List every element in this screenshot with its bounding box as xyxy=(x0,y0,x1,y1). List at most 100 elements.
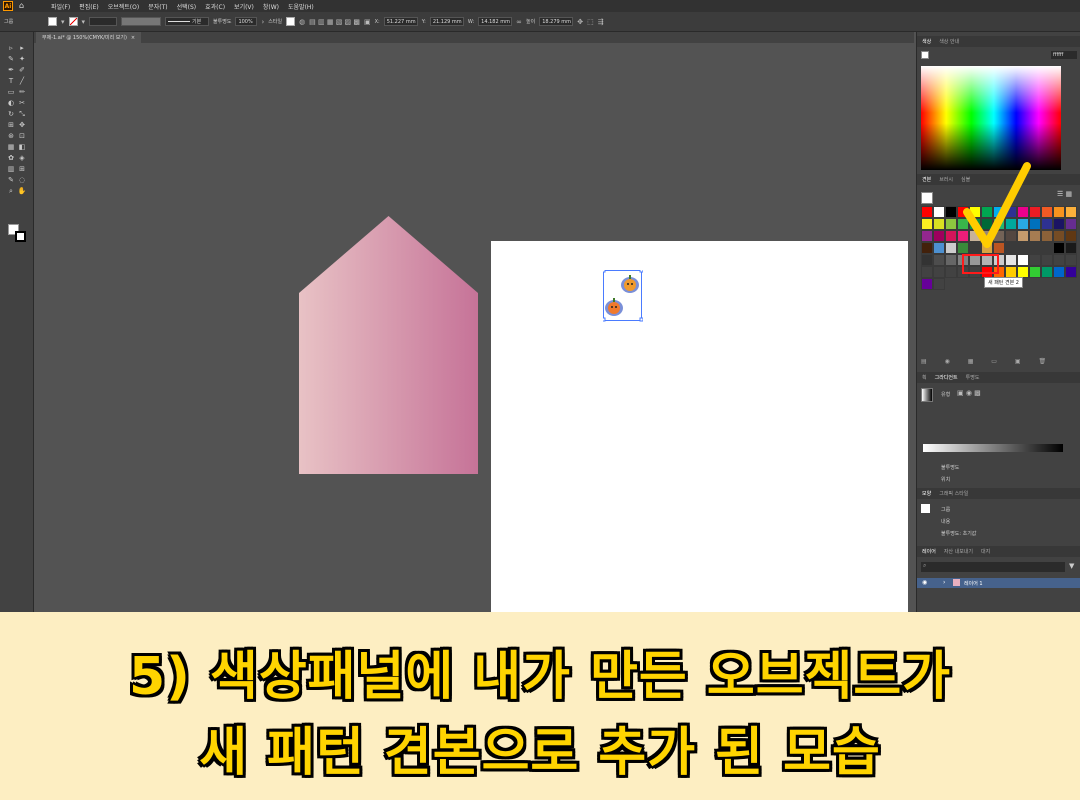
tool-icon[interactable]: ⊞ xyxy=(6,121,16,130)
color-swatch[interactable] xyxy=(1053,242,1065,254)
color-swatch[interactable] xyxy=(933,266,945,278)
color-swatch[interactable] xyxy=(1053,206,1065,218)
tool-icon[interactable]: ◧ xyxy=(17,143,27,152)
gradient-thumbnail[interactable] xyxy=(921,388,933,402)
list-view-icon[interactable]: ☰ ▦ xyxy=(1057,190,1072,198)
fill-stroke-icon[interactable] xyxy=(8,224,26,242)
variable-width-field[interactable] xyxy=(121,17,162,26)
color-swatch[interactable] xyxy=(1029,266,1041,278)
tab-color-guide[interactable]: 색상 안내 xyxy=(939,38,959,45)
pattern-selection[interactable] xyxy=(603,270,643,322)
house-shape[interactable] xyxy=(299,216,478,474)
menu-window[interactable]: 창(W) xyxy=(263,2,279,11)
menu-edit[interactable]: 편집(E) xyxy=(79,2,99,11)
tool-icon[interactable]: ⊛ xyxy=(6,132,16,141)
color-swatch[interactable] xyxy=(921,266,933,278)
color-swatch[interactable] xyxy=(1065,242,1077,254)
tool-icon[interactable]: ▹ xyxy=(6,44,16,53)
tool-icon[interactable]: ▥ xyxy=(6,165,16,174)
color-swatch[interactable] xyxy=(1065,230,1077,242)
color-swatch[interactable] xyxy=(921,218,933,230)
tool-icon[interactable]: ◌ xyxy=(17,176,27,185)
color-swatch[interactable] xyxy=(933,254,945,266)
opacity-field[interactable]: 100% xyxy=(235,17,258,26)
color-swatch[interactable] xyxy=(1041,242,1053,254)
menu-select[interactable]: 선택(S) xyxy=(177,2,197,11)
hex-field[interactable]: ffffff xyxy=(1051,51,1077,59)
menu-object[interactable]: 오브젝트(O) xyxy=(108,2,140,11)
tool-icon[interactable]: ✿ xyxy=(6,154,16,163)
color-swatch[interactable] xyxy=(945,254,957,266)
color-swatch[interactable] xyxy=(1041,266,1053,278)
color-swatch[interactable] xyxy=(1053,230,1065,242)
fill-swatch[interactable] xyxy=(48,17,57,26)
home-icon[interactable]: ⌂ xyxy=(19,1,29,11)
color-swatch[interactable] xyxy=(945,230,957,242)
tool-icon[interactable]: ◐ xyxy=(6,99,16,108)
appearance-row-opacity[interactable]: 불투명도: 초기값 xyxy=(941,530,976,537)
isolate-icon[interactable]: ⬚ xyxy=(587,18,594,26)
color-swatch[interactable] xyxy=(1053,218,1065,230)
tab-artboards[interactable]: 대지 xyxy=(981,548,990,555)
swatch-fill-stroke[interactable] xyxy=(921,192,933,204)
tool-icon[interactable]: ✒ xyxy=(6,66,16,75)
document-tab[interactable]: 무제-1.ai* @ 150%(CMYK/미리 보기) × xyxy=(36,32,142,43)
menu-help[interactable]: 도움말(H) xyxy=(288,2,314,11)
arrange-icon[interactable]: ⇶ xyxy=(598,18,604,26)
close-icon[interactable]: × xyxy=(131,35,135,41)
stroke-style-select[interactable]: 기본 xyxy=(165,17,210,26)
tool-icon[interactable]: ▭ xyxy=(6,88,16,97)
chevron-right-icon[interactable]: › xyxy=(943,579,945,586)
tool-icon[interactable]: ✐ xyxy=(17,66,27,75)
tool-icon[interactable]: ⤡ xyxy=(17,110,27,119)
fill-color-swatch[interactable] xyxy=(921,51,929,59)
color-swatch[interactable] xyxy=(921,206,933,218)
color-swatch[interactable] xyxy=(1053,266,1065,278)
align-icons[interactable]: ▤ ▥ ▦ ▧ ▨ ▩ xyxy=(309,18,360,26)
tab-layers[interactable]: 레이어 xyxy=(922,548,936,555)
tool-icon[interactable]: ▸ xyxy=(17,44,27,53)
gradient-slider[interactable] xyxy=(923,444,1063,452)
eye-icon[interactable]: ◉ xyxy=(922,579,927,586)
y-field[interactable]: 21.129 mm xyxy=(429,17,464,26)
tool-icon[interactable]: ⊡ xyxy=(17,132,27,141)
color-swatch[interactable] xyxy=(945,242,957,254)
reference-point-icon[interactable]: ▣ xyxy=(364,18,371,26)
chevron-right-icon[interactable]: › xyxy=(261,18,264,26)
color-swatch[interactable] xyxy=(933,230,945,242)
color-swatch[interactable] xyxy=(921,254,933,266)
color-swatch[interactable] xyxy=(1041,218,1053,230)
color-swatch[interactable] xyxy=(1065,218,1077,230)
color-swatch[interactable] xyxy=(921,278,933,290)
stroke-swatch[interactable] xyxy=(68,17,78,26)
h-field[interactable]: 18.279 mm xyxy=(539,17,574,26)
color-swatch[interactable] xyxy=(1029,254,1041,266)
chevron-down-icon[interactable]: ▾ xyxy=(61,18,65,26)
tab-graphic-styles[interactable]: 그래픽 스타일 xyxy=(939,490,968,497)
color-swatch[interactable] xyxy=(1065,266,1077,278)
tool-icon[interactable]: ✂ xyxy=(17,99,27,108)
color-swatch[interactable] xyxy=(1053,254,1065,266)
color-swatch[interactable] xyxy=(1065,206,1077,218)
tab-brushes[interactable]: 브러시 xyxy=(939,176,953,183)
tool-icon[interactable]: ╱ xyxy=(17,77,27,86)
tab-transparency[interactable]: 투명도 xyxy=(966,374,980,381)
stroke-weight-field[interactable] xyxy=(89,17,118,26)
color-swatch[interactable] xyxy=(933,278,945,290)
color-spectrum[interactable] xyxy=(921,66,1061,170)
tool-icon[interactable]: ◈ xyxy=(17,154,27,163)
color-swatch[interactable] xyxy=(945,266,957,278)
chevron-down-icon[interactable]: ▾ xyxy=(82,18,86,26)
tab-color[interactable]: 색상 xyxy=(922,38,931,45)
color-swatch[interactable] xyxy=(933,218,945,230)
menu-type[interactable]: 문자(T) xyxy=(148,2,167,11)
color-swatch[interactable] xyxy=(1017,254,1029,266)
link-icon[interactable]: ∞ xyxy=(516,18,522,26)
color-swatch[interactable] xyxy=(945,218,957,230)
tool-icon[interactable]: ✋ xyxy=(17,187,27,196)
menu-view[interactable]: 보기(V) xyxy=(234,2,254,11)
layers-search-input[interactable]: ⌕ xyxy=(921,562,1065,572)
w-field[interactable]: 14.182 mm xyxy=(478,17,513,26)
gradient-type-icons[interactable]: ▣ ◉ ▩ xyxy=(957,389,981,397)
menu-file[interactable]: 파일(F) xyxy=(51,2,70,11)
